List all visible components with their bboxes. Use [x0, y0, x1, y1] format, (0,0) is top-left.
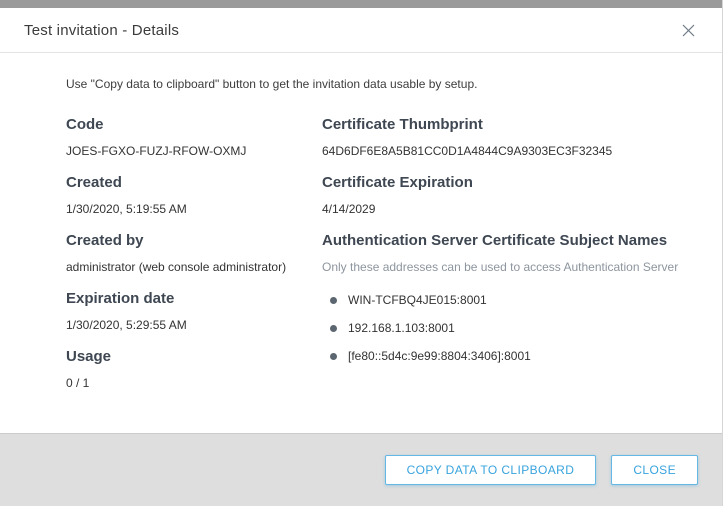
bullet-icon [330, 297, 337, 304]
field-value: 1/30/2020, 5:19:55 AM [66, 202, 322, 217]
field-label: Expiration date [66, 289, 322, 308]
subject-names-list: WIN-TCFBQ4JE015:8001 192.168.1.103:8001 … [322, 293, 698, 363]
field-certificate-expiration: Certificate Expiration 4/14/2029 [322, 173, 698, 217]
field-label: Code [66, 115, 322, 134]
close-dialog-button[interactable]: CLOSE [611, 455, 698, 485]
field-label: Certificate Expiration [322, 173, 698, 192]
field-created: Created 1/30/2020, 5:19:55 AM [66, 173, 322, 217]
field-value: administrator (web console administrator… [66, 260, 322, 275]
bullet-icon [330, 353, 337, 360]
list-item: 192.168.1.103:8001 [322, 321, 698, 335]
field-expiration-date: Expiration date 1/30/2020, 5:29:55 AM [66, 289, 322, 333]
field-value: 64D6DF6E8A5B81CC0D1A4844C9A9303EC3F32345 [322, 144, 698, 159]
invitation-details-dialog: Test invitation - Details Use "Copy data… [0, 0, 723, 506]
field-label: Created [66, 173, 322, 192]
dialog-title: Test invitation - Details [24, 22, 179, 39]
bullet-icon [330, 325, 337, 332]
instruction-text: Use "Copy data to clipboard" button to g… [66, 77, 698, 91]
field-value: 4/14/2029 [322, 202, 698, 217]
close-icon [682, 24, 695, 37]
field-label: Certificate Thumbprint [322, 115, 698, 134]
field-value: 1/30/2020, 5:29:55 AM [66, 318, 322, 333]
dialog-header: Test invitation - Details [0, 8, 722, 53]
field-usage: Usage 0 / 1 [66, 347, 322, 391]
field-label: Authentication Server Certificate Subjec… [322, 231, 698, 250]
field-created-by: Created by administrator (web console ad… [66, 231, 322, 275]
subject-name-text: WIN-TCFBQ4JE015:8001 [348, 293, 487, 307]
top-accent-bar [0, 0, 722, 8]
dialog-footer: COPY DATA TO CLIPBOARD CLOSE [0, 433, 722, 506]
field-value: 0 / 1 [66, 376, 322, 391]
details-columns: Code JOES-FGXO-FUZJ-RFOW-OXMJ Created 1/… [66, 115, 698, 405]
list-item: WIN-TCFBQ4JE015:8001 [322, 293, 698, 307]
close-button[interactable] [674, 16, 702, 44]
field-value: JOES-FGXO-FUZJ-RFOW-OXMJ [66, 144, 322, 159]
subject-names-note: Only these addresses can be used to acce… [322, 260, 698, 275]
left-column: Code JOES-FGXO-FUZJ-RFOW-OXMJ Created 1/… [66, 115, 322, 405]
subject-name-text: 192.168.1.103:8001 [348, 321, 455, 335]
copy-data-to-clipboard-button[interactable]: COPY DATA TO CLIPBOARD [385, 455, 597, 485]
subject-name-text: [fe80::5d4c:9e99:8804:3406]:8001 [348, 349, 531, 363]
field-subject-names: Authentication Server Certificate Subjec… [322, 231, 698, 363]
dialog-body: Use "Copy data to clipboard" button to g… [0, 53, 722, 433]
field-label: Created by [66, 231, 322, 250]
list-item: [fe80::5d4c:9e99:8804:3406]:8001 [322, 349, 698, 363]
field-code: Code JOES-FGXO-FUZJ-RFOW-OXMJ [66, 115, 322, 159]
field-certificate-thumbprint: Certificate Thumbprint 64D6DF6E8A5B81CC0… [322, 115, 698, 159]
field-label: Usage [66, 347, 322, 366]
right-column: Certificate Thumbprint 64D6DF6E8A5B81CC0… [322, 115, 698, 405]
